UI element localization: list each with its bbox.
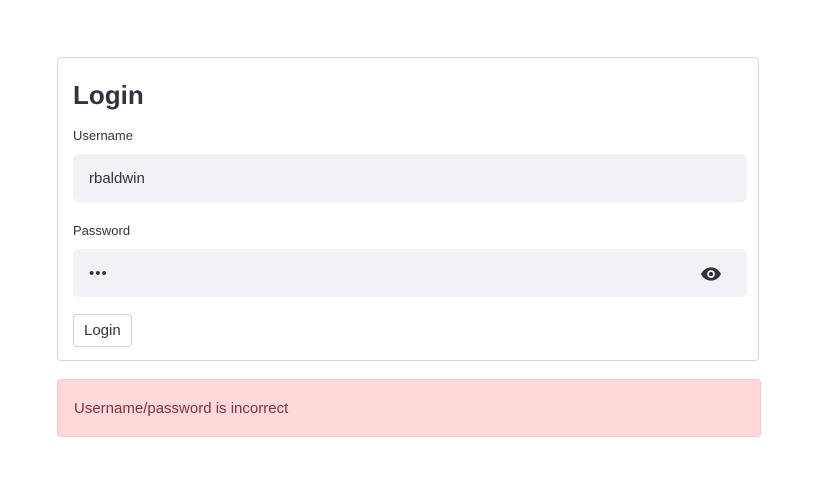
login-form: Login Username Password Login <box>57 57 759 361</box>
username-input[interactable] <box>73 154 747 202</box>
error-alert: Username/password is incorrect <box>57 379 761 437</box>
form-title: Login <box>73 80 144 110</box>
password-input[interactable] <box>73 249 747 297</box>
username-label: Username <box>73 128 133 143</box>
eye-icon[interactable] <box>691 263 731 285</box>
login-button[interactable]: Login <box>73 314 132 347</box>
password-label: Password <box>73 223 131 238</box>
error-message: Username/password is incorrect <box>74 399 289 417</box>
